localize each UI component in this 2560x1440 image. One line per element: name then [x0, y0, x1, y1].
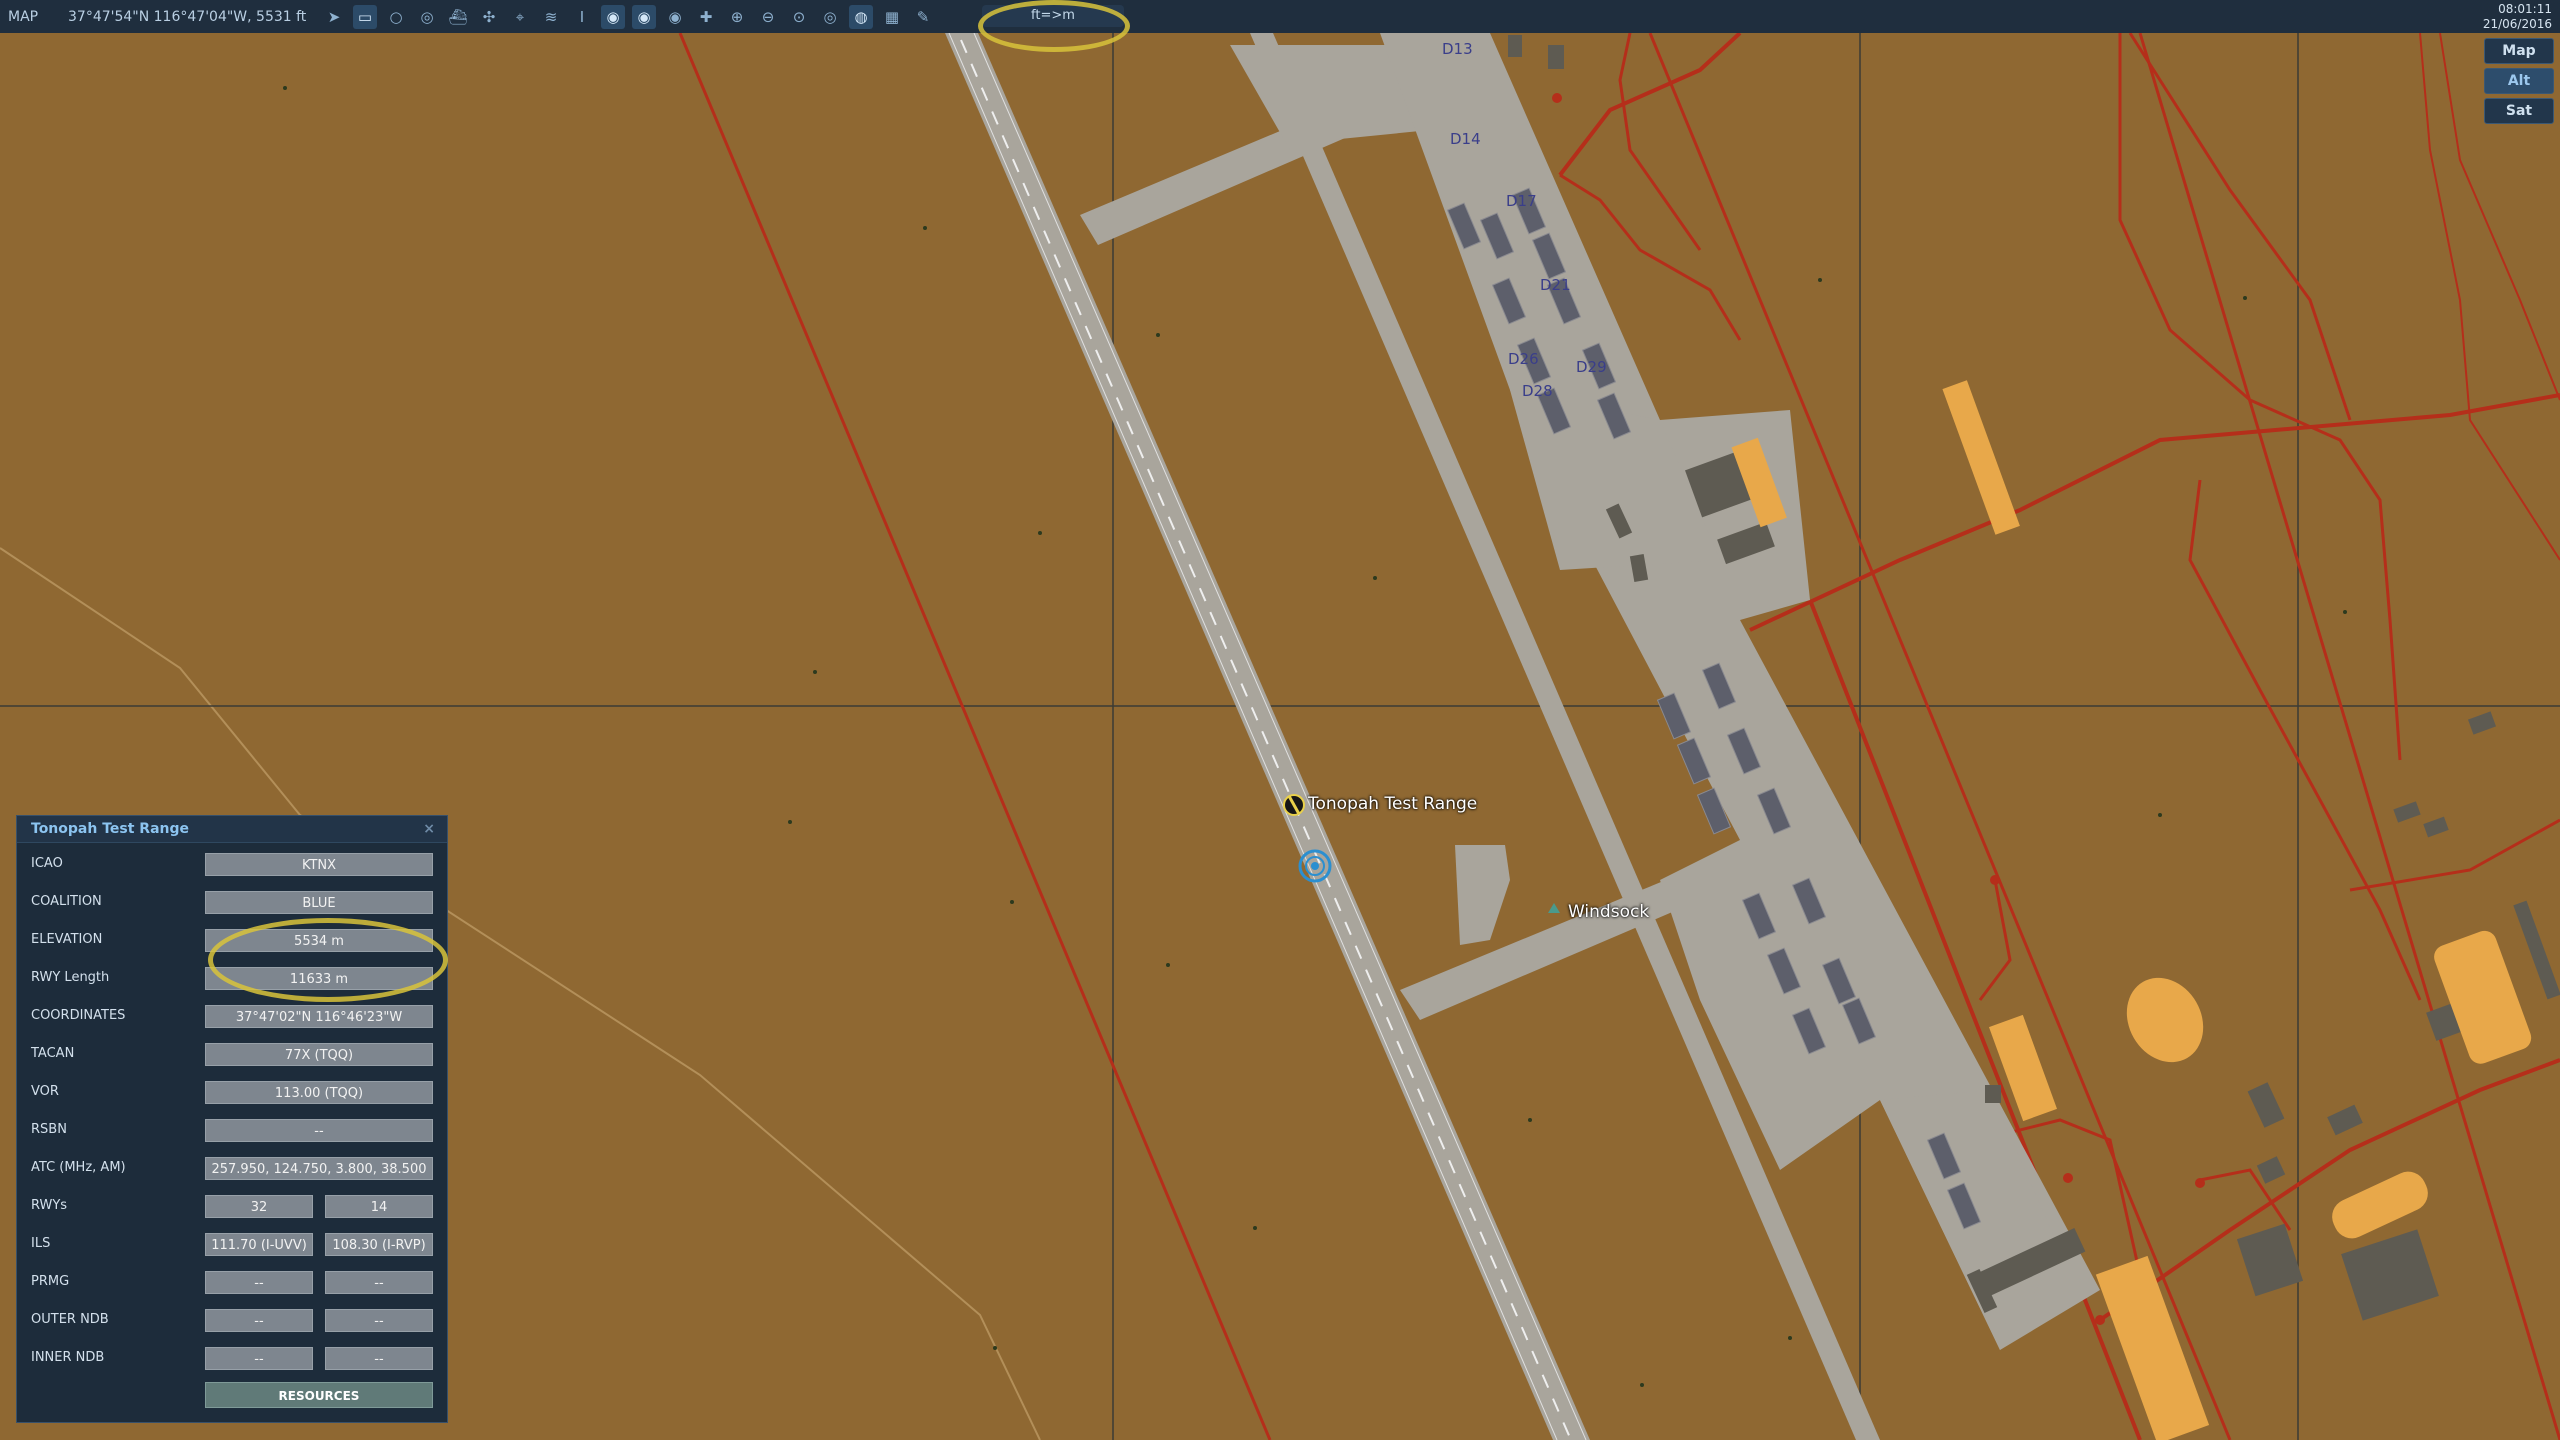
row-coordinates: COORDINATES 37°47'02"N 116°46'23"W [17, 1002, 447, 1030]
parking-label: D28 [1522, 382, 1553, 400]
resources-button[interactable]: RESOURCES [205, 1382, 433, 1408]
clock: 08:01:11 21/06/2016 [2483, 2, 2552, 32]
ruler-icon[interactable]: ▭ [353, 5, 377, 29]
grid-icon[interactable]: ▦ [880, 5, 904, 29]
row-coalition: COALITION BLUE [17, 888, 447, 916]
panel-title-bar: Tonopah Test Range × [17, 816, 447, 843]
pencil-icon[interactable]: ✎ [911, 5, 935, 29]
parking-label: D26 [1508, 350, 1539, 368]
multi-circle-icon[interactable]: ◎ [415, 5, 439, 29]
rwy-value-1: 32 [205, 1195, 313, 1218]
row-label: VOR [31, 1084, 59, 1099]
rwy-value-2: 14 [325, 1195, 433, 1218]
layer-sat-button[interactable]: Sat [2484, 98, 2554, 124]
row-label: OUTER NDB [31, 1312, 109, 1327]
row-label: PRMG [31, 1274, 70, 1289]
rsbn-value: -- [205, 1119, 433, 1142]
row-label: RWYs [31, 1198, 68, 1213]
row-icao: ICAO KTNX [17, 850, 447, 878]
row-label: COALITION [31, 894, 102, 909]
units-icon[interactable]: ✣ [477, 5, 501, 29]
time-label: 08:01:11 [2498, 2, 2552, 16]
row-outer-ndb: OUTER NDB -- -- [17, 1306, 447, 1334]
row-label: RSBN [31, 1122, 67, 1137]
circle-icon[interactable]: ○ [384, 5, 408, 29]
row-vor: VOR 113.00 (TQQ) [17, 1078, 447, 1106]
row-rsbn: RSBN -- [17, 1116, 447, 1144]
parking-label: D13 [1442, 40, 1473, 58]
row-label: ILS [31, 1236, 51, 1251]
tacan-value: 77X (TQQ) [205, 1043, 433, 1066]
row-label: COORDINATES [31, 1008, 126, 1023]
filter-a-icon[interactable]: ◉ [601, 5, 625, 29]
filter-c-icon[interactable]: ◉ [663, 5, 687, 29]
row-label: RWY Length [31, 970, 110, 985]
panel-title: Tonopah Test Range [31, 821, 189, 837]
ils-value-2: 108.30 (I-RVP) [325, 1233, 433, 1256]
parking-label: D14 [1450, 130, 1481, 148]
layer-alt-button[interactable]: Alt [2484, 68, 2554, 94]
tower-icon[interactable]: Ⅰ [570, 5, 594, 29]
ils-value-1: 111.70 (I-UVV) [205, 1233, 313, 1256]
row-prmg: PRMG -- -- [17, 1268, 447, 1296]
zoom-out-icon[interactable]: ⊖ [756, 5, 780, 29]
target-icon[interactable]: ⌖ [508, 5, 532, 29]
parking-label: D17 [1506, 192, 1537, 210]
outer-ndb-value-2: -- [325, 1309, 433, 1332]
row-inner-ndb: INNER NDB -- -- [17, 1344, 447, 1372]
outer-ndb-value-1: -- [205, 1309, 313, 1332]
highlight-annotation [978, 0, 1130, 52]
inner-ndb-value-2: -- [325, 1347, 433, 1370]
row-ils: ILS 111.70 (I-UVV) 108.30 (I-RVP) [17, 1230, 447, 1258]
row-atc: ATC (MHz, AM) 257.950, 124.750, 3.800, 3… [17, 1154, 447, 1182]
ship-icon[interactable]: ⛴ [446, 5, 470, 29]
row-rwys: RWYs 32 14 [17, 1192, 447, 1220]
vor-value: 113.00 (TQQ) [205, 1081, 433, 1104]
row-label: ELEVATION [31, 932, 103, 947]
globe-icon[interactable]: ◍ [849, 5, 873, 29]
highlight-annotation [208, 918, 448, 1002]
layer-map-button[interactable]: Map [2484, 38, 2554, 64]
cursor-coordinates: 37°47'54"N 116°47'04"W, 5531 ft [68, 9, 307, 25]
row-label: ICAO [31, 856, 63, 871]
close-icon[interactable]: × [423, 816, 435, 842]
parking-label: D21 [1540, 276, 1571, 294]
radar-icon[interactable]: ◎ [818, 5, 842, 29]
layer-switcher: Map Alt Sat [2484, 38, 2554, 128]
prmg-value-1: -- [205, 1271, 313, 1294]
cross-icon[interactable]: ✚ [694, 5, 718, 29]
row-label: INNER NDB [31, 1350, 105, 1365]
date-label: 21/06/2016 [2482, 17, 2552, 31]
row-label: TACAN [31, 1046, 75, 1061]
airfield-info-panel: Tonopah Test Range × ICAO KTNX COALITION… [16, 815, 448, 1423]
row-tacan: TACAN 77X (TQQ) [17, 1040, 447, 1068]
coordinates-value: 37°47'02"N 116°46'23"W [205, 1005, 433, 1028]
filter-b-icon[interactable]: ◉ [632, 5, 656, 29]
mode-label: MAP [8, 9, 39, 25]
pointer-icon[interactable]: ➤ [322, 5, 346, 29]
icao-value: KTNX [205, 853, 433, 876]
atc-value: 257.950, 124.750, 3.800, 38.500 [205, 1157, 433, 1180]
inner-ndb-value-1: -- [205, 1347, 313, 1370]
windsock-label[interactable]: Windsock [1568, 902, 1649, 922]
zoom-fit-icon[interactable]: ⊙ [787, 5, 811, 29]
top-bar: MAP 37°47'54"N 116°47'04"W, 5531 ft ➤ ▭ … [0, 0, 2560, 33]
airfield-label[interactable]: Tonopah Test Range [1308, 794, 1477, 814]
radio-icon[interactable]: ≋ [539, 5, 563, 29]
toolbar: ➤ ▭ ○ ◎ ⛴ ✣ ⌖ ≋ Ⅰ ◉ ◉ ◉ ✚ ⊕ ⊖ ⊙ ◎ ◍ ▦ ✎ [322, 4, 942, 30]
zoom-in-icon[interactable]: ⊕ [725, 5, 749, 29]
parking-label: D29 [1576, 358, 1607, 376]
prmg-value-2: -- [325, 1271, 433, 1294]
coalition-value: BLUE [205, 891, 433, 914]
row-label: ATC (MHz, AM) [31, 1160, 126, 1175]
